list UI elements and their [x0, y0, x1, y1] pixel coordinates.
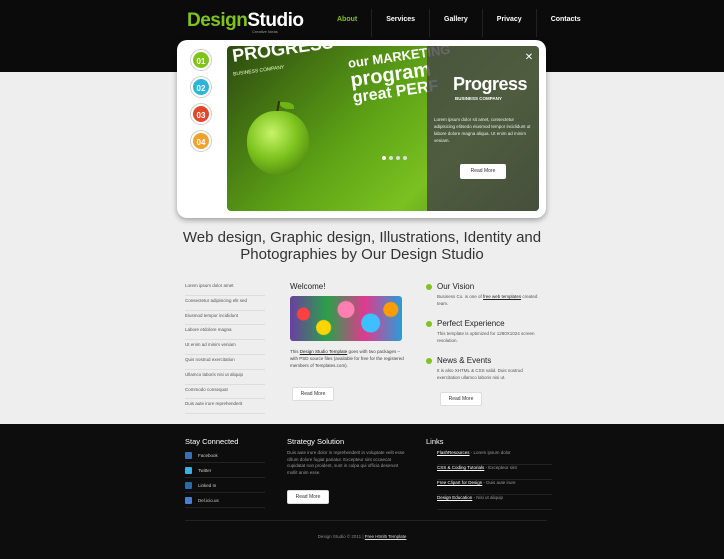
slide-number-4[interactable]: 04: [191, 131, 211, 151]
copyright-text: Design Studio © 2011: [317, 534, 362, 539]
footer-link[interactable]: FlashResources: [437, 450, 470, 455]
close-icon[interactable]: ✕: [523, 52, 535, 64]
vision-title: Our Vision: [437, 282, 475, 291]
footer-link[interactable]: Free Clipart for Design: [437, 480, 482, 485]
template-link[interactable]: Design Studio Template: [300, 349, 347, 354]
main-nav: About Services Gallery Privacy Contacts: [330, 9, 581, 37]
social-linkedin[interactable]: Linked In: [185, 478, 265, 493]
pager-dot[interactable]: [396, 156, 400, 160]
slide-pager: [382, 156, 407, 160]
side-link[interactable]: Consectetur adipisicing elit sed: [185, 296, 265, 311]
strategy-title: Strategy Solution: [287, 437, 345, 446]
copyright: Design Studio © 2011 | Free Html5 Templa…: [317, 534, 407, 539]
side-link[interactable]: Labore etdolore magna: [185, 325, 265, 341]
social-label: Facebook: [198, 452, 218, 458]
welcome-text: This Design Studio Template goes with tw…: [290, 348, 405, 369]
footer-divider: [185, 520, 547, 521]
free-templates-link[interactable]: free web templates: [483, 294, 521, 299]
logo-part2: Studio: [247, 10, 304, 31]
apple-leaf: [280, 102, 294, 109]
side-link[interactable]: Commodo consequat: [185, 385, 265, 400]
pager-dot[interactable]: [382, 156, 386, 160]
nav-divider: [371, 9, 373, 37]
vision-text: Business Co. is one of free web template…: [437, 293, 542, 307]
apple-icon: [247, 111, 309, 175]
footer-link-row: FlashResources - Lorem ipsum dolor: [437, 450, 552, 465]
social-twitter[interactable]: Twitter: [185, 463, 265, 478]
pager-dot[interactable]: [389, 156, 393, 160]
slide-read-more-button[interactable]: Read More: [460, 164, 506, 179]
logo-part1: Design: [187, 10, 248, 31]
pager-dot[interactable]: [403, 156, 407, 160]
social-delicious[interactable]: Del.icio.us: [185, 493, 265, 508]
footer-link-row: Free Clipart for Design - Duis aute irur…: [437, 480, 552, 495]
footer-link-text: - Excepteur sint: [484, 465, 517, 470]
slide-caption-subtitle: BUSINESS COMPANY: [455, 96, 502, 101]
side-link[interactable]: Duis aute irure reprehenderit: [185, 399, 265, 415]
logo-tagline: Creative Ideas: [252, 29, 278, 34]
slide-image-subtitle: BUSINESS COMPANY: [232, 64, 285, 78]
social-label: Del.icio.us: [198, 497, 219, 503]
links-title: Links: [426, 437, 444, 446]
nav-contacts[interactable]: Contacts: [551, 15, 581, 28]
footer-link[interactable]: CSS & Coding Tutorials: [437, 465, 484, 470]
social-list: Facebook Twitter Linked In Del.icio.us: [185, 448, 265, 508]
welcome-title: Welcome!: [290, 282, 326, 291]
linkedin-icon: [185, 481, 192, 489]
side-link[interactable]: Lorem ipsum dolor amet: [185, 281, 265, 296]
bullet-icon: [426, 321, 432, 327]
nav-gallery[interactable]: Gallery: [444, 15, 468, 28]
nav-divider: [535, 9, 537, 37]
experience-title: Perfect Experience: [437, 319, 505, 328]
slide-caption-title: Progress: [453, 74, 528, 94]
welcome-image: [290, 296, 402, 341]
logo[interactable]: DesignStudio: [187, 10, 304, 32]
footer-link[interactable]: Design Education: [437, 495, 472, 500]
news-title: News & Events: [437, 356, 492, 365]
bullet-icon: [426, 358, 432, 364]
slide-number-3[interactable]: 03: [191, 104, 211, 124]
news-text: It is also XHTML & CSS valid. Duis nostr…: [437, 368, 523, 380]
welcome-read-more-button[interactable]: Read More: [292, 387, 334, 401]
stay-connected-title: Stay Connected: [185, 437, 239, 446]
side-link[interactable]: Eiusmod tempor incididunt: [185, 311, 265, 326]
social-label: Twitter: [198, 467, 212, 473]
side-link[interactable]: Ullamco laboris nisi ut aliquip: [185, 370, 265, 385]
footer-links: FlashResources - Lorem ipsum dolor CSS &…: [437, 450, 552, 510]
slide-number-1[interactable]: 01: [191, 50, 211, 70]
vision-text-start: Business Co. is one of: [437, 294, 482, 299]
copyright-link[interactable]: Free Html5 Template: [365, 534, 407, 539]
side-link[interactable]: Quis nostrud exercitation: [185, 355, 265, 370]
nav-about[interactable]: About: [337, 15, 357, 28]
delicious-icon: [185, 496, 192, 504]
slide-number-2[interactable]: 02: [191, 77, 211, 97]
side-link-list: Lorem ipsum dolor amet Consectetur adipi…: [185, 281, 265, 415]
news-read-more-button[interactable]: Read More: [440, 392, 482, 406]
footer-link-text: - Nisi ut aliquip: [472, 495, 504, 500]
side-link[interactable]: Ut enim ad minim veniam: [185, 340, 265, 355]
twitter-icon: [185, 466, 192, 474]
footer-link-row: CSS & Coding Tutorials - Excepteur sint: [437, 465, 552, 480]
footer-link-text: - Lorem ipsum dolor: [469, 450, 511, 455]
strategy-text: Duis aute irure dolor in reprehenderit i…: [287, 450, 405, 475]
footer-link-text: - Duis aute irure: [482, 480, 516, 485]
bullet-icon: [426, 284, 432, 290]
nav-privacy[interactable]: Privacy: [497, 15, 522, 28]
nav-services[interactable]: Services: [386, 15, 415, 28]
page-headline: Web design, Graphic design, Illustration…: [182, 229, 542, 263]
nav-divider: [481, 9, 483, 37]
slide-caption-text: Lorem ipsum dolor sit amet, consectetur …: [434, 117, 531, 143]
social-facebook[interactable]: Facebook: [185, 448, 265, 463]
nav-divider: [429, 9, 431, 37]
strategy-read-more-button[interactable]: Read More: [287, 490, 329, 504]
experience-text: This template is optimized for 1280X1024…: [437, 331, 535, 343]
facebook-icon: [185, 451, 192, 459]
social-label: Linked In: [198, 482, 217, 488]
welcome-text-start: This: [290, 349, 299, 354]
footer-link-row: Design Education - Nisi ut aliquip: [437, 495, 552, 510]
